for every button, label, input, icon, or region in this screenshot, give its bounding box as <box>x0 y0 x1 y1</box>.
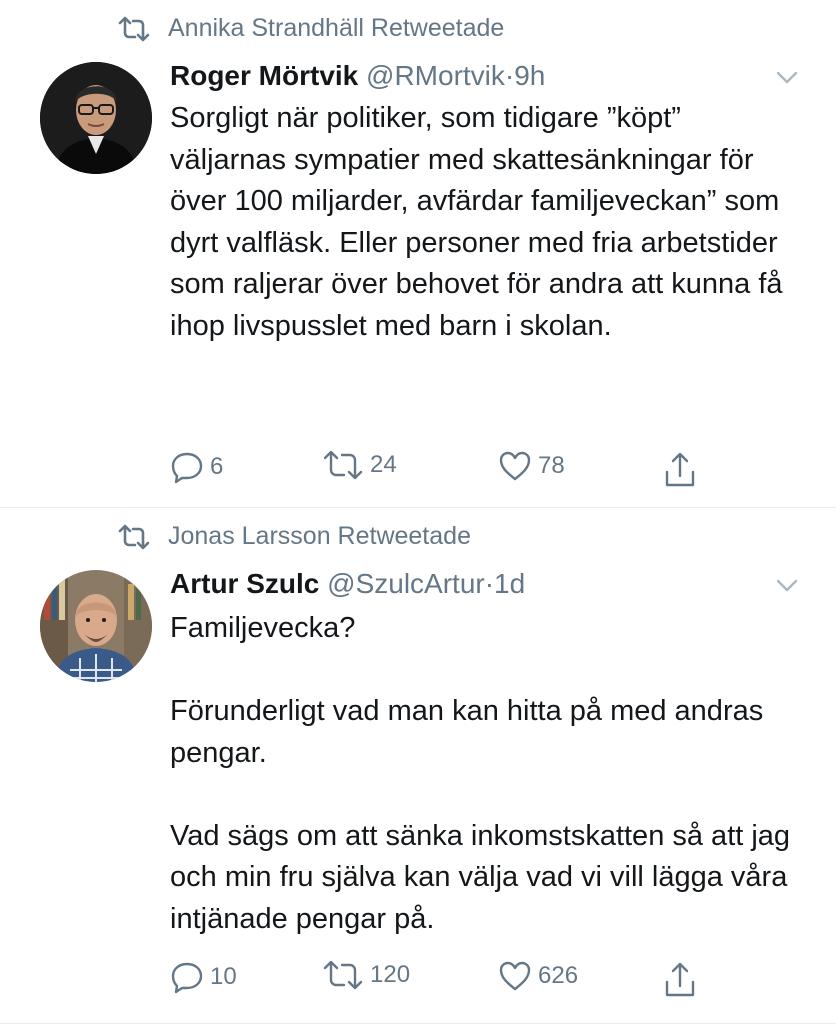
retweet-button[interactable]: 24 <box>322 450 397 480</box>
retweet-icon <box>323 960 363 990</box>
retweet-icon <box>323 450 363 480</box>
author-handle[interactable]: @SzulcArtur <box>327 568 485 599</box>
tweet-actions: 10 120 626 <box>170 960 716 1000</box>
share-icon <box>665 962 695 997</box>
retweet-icon <box>118 524 150 549</box>
retweet-count: 120 <box>370 961 411 988</box>
avatar[interactable] <box>40 570 152 682</box>
tweet-paragraph: Familjevecka? <box>170 612 356 644</box>
reply-count: 6 <box>210 453 224 480</box>
tweet-text: Sorgligt när politiker, som tidigare ”kö… <box>170 98 796 347</box>
share-button[interactable] <box>664 452 696 488</box>
like-button[interactable]: 78 <box>498 450 565 482</box>
like-button[interactable]: 626 <box>498 960 578 992</box>
retweet-icon <box>118 16 150 41</box>
reply-count: 10 <box>210 963 237 990</box>
tweet-actions: 6 24 78 <box>170 450 716 490</box>
retweet-indicator: Annika Strandhäll Retweetade <box>118 14 504 43</box>
heart-icon <box>499 961 531 991</box>
tweet-paragraph: Sorgligt när politiker, som tidigare ”kö… <box>170 102 783 342</box>
timestamp[interactable]: 9h <box>514 60 545 91</box>
share-icon <box>665 452 695 487</box>
timestamp[interactable]: 1d <box>494 568 525 599</box>
tweet-header: Artur Szulc @SzulcArtur·1d <box>170 564 796 604</box>
tweet-paragraph: Förunderligt vad man kan hitta på med an… <box>170 695 764 769</box>
retweet-button[interactable]: 120 <box>322 960 410 990</box>
retweeted-by-label: Annika Strandhäll Retweetade <box>168 14 505 42</box>
reply-button[interactable]: 10 <box>170 960 237 994</box>
tweet-text: Familjevecka? Förunderligt vad man kan h… <box>170 608 796 940</box>
author-name[interactable]: Roger Mörtvik <box>170 60 358 91</box>
separator-dot: · <box>484 568 495 599</box>
retweet-count: 24 <box>370 451 397 478</box>
tweet[interactable]: Annika Strandhäll Retweetade Roger Mörtv… <box>0 0 836 508</box>
tweet[interactable]: Jonas Larsson Retweetade Artur Szulc @Sz… <box>0 508 836 1024</box>
reply-icon <box>171 452 203 484</box>
retweet-indicator: Jonas Larsson Retweetade <box>118 522 471 551</box>
separator-dot: · <box>504 60 515 91</box>
author-name[interactable]: Artur Szulc <box>170 568 319 599</box>
like-count: 626 <box>538 962 579 989</box>
reply-button[interactable]: 6 <box>170 450 223 484</box>
retweeted-by-label: Jonas Larsson Retweetade <box>168 522 471 550</box>
reply-icon <box>171 962 203 994</box>
author-handle[interactable]: @RMortvik <box>366 60 505 91</box>
share-button[interactable] <box>664 962 696 998</box>
like-count: 78 <box>538 452 565 479</box>
chevron-down-icon[interactable] <box>774 64 800 90</box>
heart-icon <box>499 451 531 481</box>
tweet-paragraph: Vad sägs om att sänka inkomstskatten så … <box>170 819 791 935</box>
chevron-down-icon[interactable] <box>774 572 800 598</box>
tweet-header: Roger Mörtvik @RMortvik·9h <box>170 56 796 96</box>
avatar[interactable] <box>40 62 152 174</box>
